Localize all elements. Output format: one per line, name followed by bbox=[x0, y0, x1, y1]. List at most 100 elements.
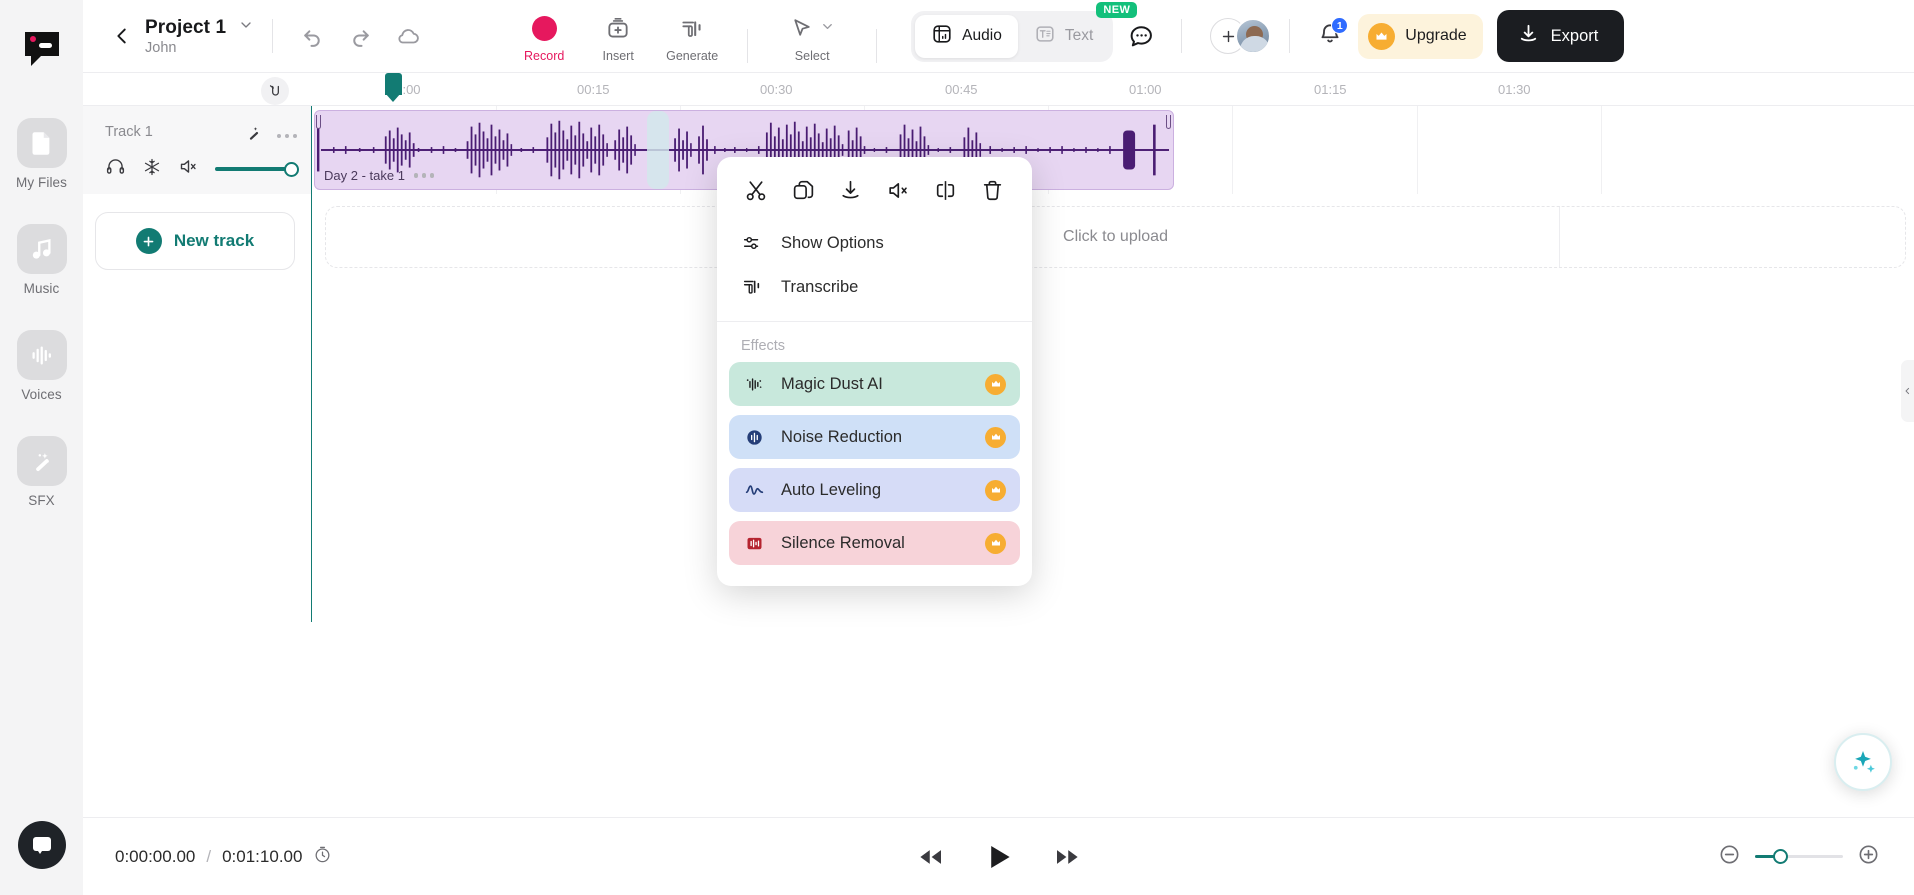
avatar[interactable] bbox=[1235, 18, 1271, 54]
timeline-canvas[interactable]: Day 2 - take 1 Click to upload bbox=[311, 106, 1914, 817]
menu-item-label: Show Options bbox=[781, 234, 884, 253]
music-note-icon bbox=[17, 224, 67, 274]
waveform-icon bbox=[17, 330, 67, 380]
ruler-tick: 00:45 bbox=[945, 82, 978, 97]
page-title: Project 1 bbox=[145, 17, 226, 39]
play-icon[interactable] bbox=[982, 840, 1016, 874]
upload-dropzone[interactable]: Click to upload bbox=[325, 206, 1906, 268]
clip-selection-region[interactable] bbox=[647, 111, 669, 189]
more-dots-icon[interactable] bbox=[414, 173, 435, 178]
status-badge: 1 bbox=[1331, 17, 1348, 34]
effect-silence-removal[interactable]: Silence Removal bbox=[729, 521, 1020, 565]
right-panel-collapse-button[interactable] bbox=[1901, 360, 1914, 422]
ruler-tick: 01:00 bbox=[1129, 82, 1162, 97]
track-lane[interactable]: Day 2 - take 1 bbox=[311, 106, 1914, 194]
crown-icon bbox=[985, 427, 1006, 448]
speaker-mute-icon[interactable] bbox=[178, 156, 199, 182]
tab-label: Audio bbox=[962, 27, 1002, 45]
clock-icon[interactable] bbox=[313, 845, 332, 869]
tool-label: Record bbox=[524, 49, 564, 63]
crown-icon bbox=[1368, 23, 1395, 50]
tab-text[interactable]: Text bbox=[1018, 15, 1109, 58]
effect-magic-dust-ai[interactable]: Magic Dust AI bbox=[729, 362, 1020, 406]
scissors-icon[interactable] bbox=[741, 175, 771, 205]
context-action-row bbox=[717, 157, 1032, 221]
divider bbox=[1289, 19, 1290, 53]
tool-group: Record Insert Generate bbox=[507, 10, 895, 63]
snowflake-icon[interactable] bbox=[142, 157, 162, 182]
transport-controls bbox=[916, 840, 1082, 874]
more-dots-icon[interactable] bbox=[277, 134, 298, 139]
redo-icon[interactable] bbox=[339, 16, 381, 56]
ruler-tick: 01:15 bbox=[1314, 82, 1347, 97]
tab-audio[interactable]: Audio bbox=[915, 15, 1018, 58]
effect-auto-leveling[interactable]: Auto Leveling bbox=[729, 468, 1020, 512]
magic-dust-icon bbox=[743, 373, 765, 395]
podcastle-logo-icon[interactable] bbox=[19, 26, 65, 72]
silence-removal-icon bbox=[743, 532, 765, 554]
fast-forward-icon[interactable] bbox=[1052, 842, 1082, 872]
copy-icon[interactable] bbox=[788, 175, 818, 205]
headphones-icon[interactable] bbox=[105, 156, 126, 182]
speaker-mute-icon[interactable] bbox=[883, 175, 913, 205]
chevron-left-icon[interactable] bbox=[105, 19, 139, 53]
transcribe-icon bbox=[741, 276, 763, 298]
add-new-track-button[interactable]: New track bbox=[95, 212, 295, 270]
magnet-snap-icon[interactable] bbox=[261, 77, 289, 105]
zoom-controls bbox=[1718, 843, 1880, 871]
tool-insert[interactable]: Insert bbox=[581, 10, 655, 63]
menu-item-show-options[interactable]: Show Options bbox=[717, 221, 1032, 265]
clip-handle-right[interactable] bbox=[1165, 111, 1173, 189]
zoom-slider[interactable] bbox=[1755, 849, 1843, 865]
insert-icon bbox=[605, 14, 631, 44]
zoom-out-icon[interactable] bbox=[1718, 843, 1741, 871]
undo-icon[interactable] bbox=[291, 16, 333, 56]
tool-generate[interactable]: Generate bbox=[655, 10, 729, 63]
export-button[interactable]: Export bbox=[1497, 10, 1625, 62]
crown-icon bbox=[985, 480, 1006, 501]
project-owner: John bbox=[145, 40, 254, 56]
sliders-icon bbox=[741, 232, 763, 254]
file-icon bbox=[17, 118, 67, 168]
magic-wand-icon[interactable] bbox=[244, 124, 263, 148]
ai-assistant-button[interactable] bbox=[1834, 733, 1892, 791]
top-header: Project 1 John Record bbox=[83, 0, 1914, 72]
chevron-down-icon[interactable] bbox=[238, 17, 254, 38]
divider bbox=[747, 29, 748, 63]
split-icon[interactable] bbox=[931, 175, 961, 205]
menu-item-label: Transcribe bbox=[781, 278, 858, 297]
tab-label: Text bbox=[1065, 27, 1093, 45]
magic-wand-icon bbox=[17, 436, 67, 486]
tool-select[interactable]: Select bbox=[766, 10, 858, 63]
new-badge: NEW bbox=[1096, 2, 1137, 18]
sidebar-item-music[interactable]: Music bbox=[6, 224, 78, 296]
effect-noise-reduction[interactable]: Noise Reduction bbox=[729, 415, 1020, 459]
effect-label: Noise Reduction bbox=[781, 428, 902, 447]
cloud-sync-icon[interactable] bbox=[387, 16, 429, 56]
ruler-tick: 01:30 bbox=[1498, 82, 1531, 97]
trash-icon[interactable] bbox=[978, 175, 1008, 205]
generate-icon bbox=[679, 14, 705, 44]
sidebar-item-my-files[interactable]: My Files bbox=[6, 118, 78, 190]
zoom-in-icon[interactable] bbox=[1857, 843, 1880, 871]
clip-handle-left[interactable] bbox=[315, 111, 323, 189]
sidebar-item-sfx[interactable]: SFX bbox=[6, 436, 78, 508]
effects-section-header: Effects bbox=[717, 322, 1032, 362]
playhead-handle[interactable] bbox=[385, 73, 402, 95]
menu-item-transcribe[interactable]: Transcribe bbox=[717, 265, 1032, 309]
sidebar-label: Music bbox=[24, 281, 60, 296]
sidebar-item-voices[interactable]: Voices bbox=[6, 330, 78, 402]
chevron-down-icon[interactable] bbox=[820, 19, 835, 39]
text-panel-icon bbox=[1034, 23, 1056, 50]
tool-record[interactable]: Record bbox=[507, 10, 581, 63]
rewind-icon[interactable] bbox=[916, 842, 946, 872]
notifications-button[interactable]: 1 bbox=[1308, 16, 1352, 56]
intercom-chat-icon[interactable] bbox=[18, 821, 66, 869]
divider bbox=[272, 19, 273, 53]
download-icon[interactable] bbox=[836, 175, 866, 205]
track-volume-slider[interactable] bbox=[215, 161, 295, 177]
chat-bubble-icon[interactable] bbox=[1119, 16, 1163, 56]
audio-panel-icon bbox=[931, 23, 953, 50]
upgrade-button[interactable]: Upgrade bbox=[1358, 14, 1482, 59]
timeline-ruler[interactable]: 00:00 00:15 00:30 00:45 01:00 01:15 01:3… bbox=[83, 72, 1914, 106]
